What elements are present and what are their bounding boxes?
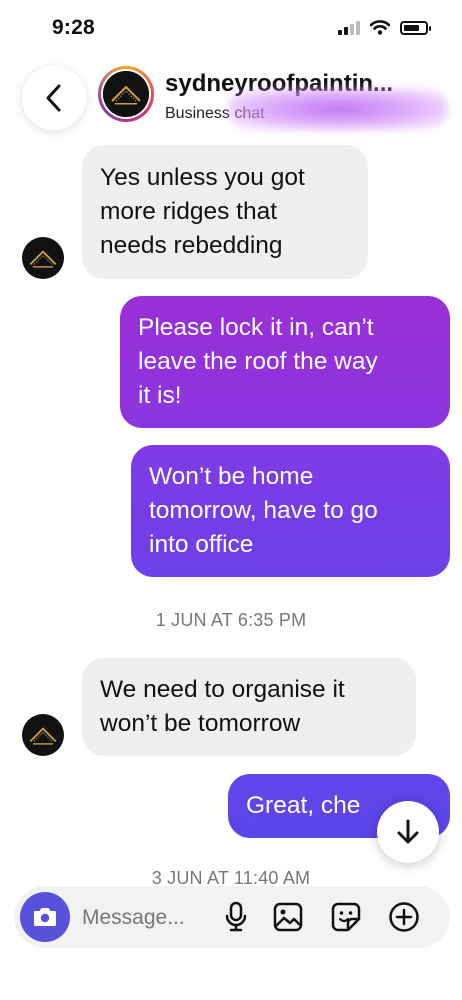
camera-button[interactable]: [20, 892, 70, 942]
gallery-icon: [273, 902, 303, 932]
camera-icon: [34, 908, 56, 926]
message-line: Great, che: [246, 792, 361, 819]
arrow-down-icon: [397, 819, 419, 844]
plus-icon: [389, 902, 419, 932]
sender-avatar[interactable]: [22, 237, 64, 279]
microphone-button[interactable]: [218, 899, 254, 935]
back-button[interactable]: [22, 66, 86, 130]
message-line: tomorrow, have to go: [149, 497, 378, 524]
message-composer: [14, 886, 450, 948]
sticker-icon: [331, 902, 361, 932]
redaction-blur: [228, 88, 448, 130]
message-line: more ridges that: [100, 198, 278, 225]
cellular-signal-icon: [338, 20, 360, 35]
chat-avatar[interactable]: [98, 66, 154, 122]
add-button[interactable]: [386, 899, 422, 935]
received-message[interactable]: We need to organise it won’t be tomorrow: [82, 658, 416, 756]
chat-header: sydneyroofpaintin... Business chat: [0, 56, 462, 140]
message-line: it is!: [138, 382, 182, 409]
message-line: needs rebedding: [100, 232, 283, 259]
status-icons: [338, 20, 431, 35]
scroll-to-bottom-button[interactable]: [377, 801, 439, 863]
business-logo-icon: [29, 727, 57, 745]
message-input[interactable]: [80, 900, 214, 936]
sticker-button[interactable]: [328, 899, 364, 935]
status-bar: 9:28: [0, 0, 462, 56]
message-line: Won’t be home: [149, 463, 314, 490]
received-message[interactable]: Yes unless you got more ridges that need…: [82, 145, 368, 279]
chevron-left-icon: [46, 84, 61, 112]
message-line: We need to organise it: [100, 676, 345, 703]
gallery-button[interactable]: [270, 899, 306, 935]
message-line: won’t be tomorrow: [100, 710, 301, 737]
timestamp: 1 JUN AT 6:35 PM: [155, 610, 307, 630]
message-line: leave the roof the way: [138, 348, 378, 375]
wifi-icon: [370, 20, 390, 35]
battery-icon: [400, 20, 431, 35]
message-line: Please lock it in, can’t: [138, 314, 374, 341]
message-line: Yes unless you got: [100, 164, 305, 191]
sent-message[interactable]: Please lock it in, can’t leave the roof …: [120, 296, 450, 428]
business-logo-icon: [29, 250, 57, 268]
microphone-icon: [225, 901, 247, 932]
business-logo-icon: [103, 71, 149, 117]
status-time: 9:28: [52, 16, 95, 39]
message-line: into office: [149, 531, 254, 558]
sent-message[interactable]: Won’t be home tomorrow, have to go into …: [131, 445, 450, 577]
sender-avatar[interactable]: [22, 714, 64, 756]
